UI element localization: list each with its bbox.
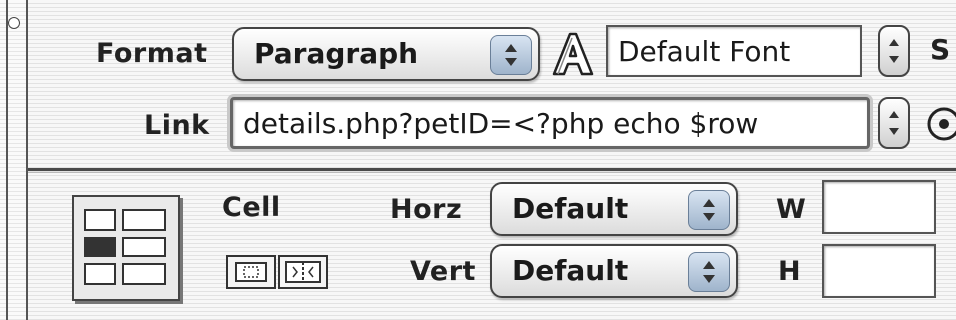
panel-left-edge <box>6 0 8 320</box>
link-label: Link <box>144 110 210 141</box>
vert-popup[interactable]: Default <box>490 244 738 298</box>
cell-grid-cell <box>122 263 166 285</box>
cell-grid-cell <box>84 263 116 285</box>
merge-cells-glyph <box>235 262 267 282</box>
split-cell-glyph <box>285 261 321 283</box>
cell-grid-cell <box>84 209 116 231</box>
collapse-circle-icon[interactable] <box>8 17 20 29</box>
width-field[interactable] <box>822 180 936 234</box>
link-field[interactable]: details.php?petID=<?php echo $row <box>230 97 870 149</box>
point-to-file-icon[interactable] <box>924 104 956 144</box>
merge-cells-icon[interactable] <box>226 255 276 289</box>
vert-label: Vert <box>410 256 476 287</box>
cell-grid-cell <box>122 237 166 257</box>
table-cell-icon <box>72 195 180 301</box>
popup-arrows-icon <box>688 190 730 230</box>
horz-popup-value: Default <box>512 192 629 225</box>
vert-popup-value: Default <box>512 254 629 287</box>
section-divider-highlight <box>28 172 956 173</box>
popup-arrows-icon <box>490 35 532 75</box>
property-inspector-panel: Format Paragraph Default Font S Link det… <box>0 0 956 320</box>
format-popup[interactable]: Paragraph <box>232 27 540 81</box>
horz-label: Horz <box>390 194 463 225</box>
font-field[interactable]: Default Font <box>606 25 862 77</box>
size-label-cut: S <box>930 33 951 66</box>
h-label: H <box>778 256 802 287</box>
cell-grid-cell <box>122 209 166 231</box>
panel-left-rail <box>0 0 28 320</box>
format-label: Format <box>96 38 208 69</box>
height-field[interactable] <box>822 244 936 298</box>
cell-grid-cell <box>84 237 116 257</box>
font-spinner[interactable] <box>878 25 910 77</box>
horz-popup[interactable]: Default <box>490 182 738 236</box>
split-cell-icon[interactable] <box>278 255 328 289</box>
link-spinner[interactable] <box>878 97 910 149</box>
section-divider <box>28 168 956 171</box>
outline-a-icon[interactable] <box>548 30 598 78</box>
format-popup-value: Paragraph <box>254 37 419 70</box>
popup-arrows-icon <box>688 252 730 292</box>
w-label: W <box>776 194 807 225</box>
cell-label: Cell <box>222 192 281 223</box>
